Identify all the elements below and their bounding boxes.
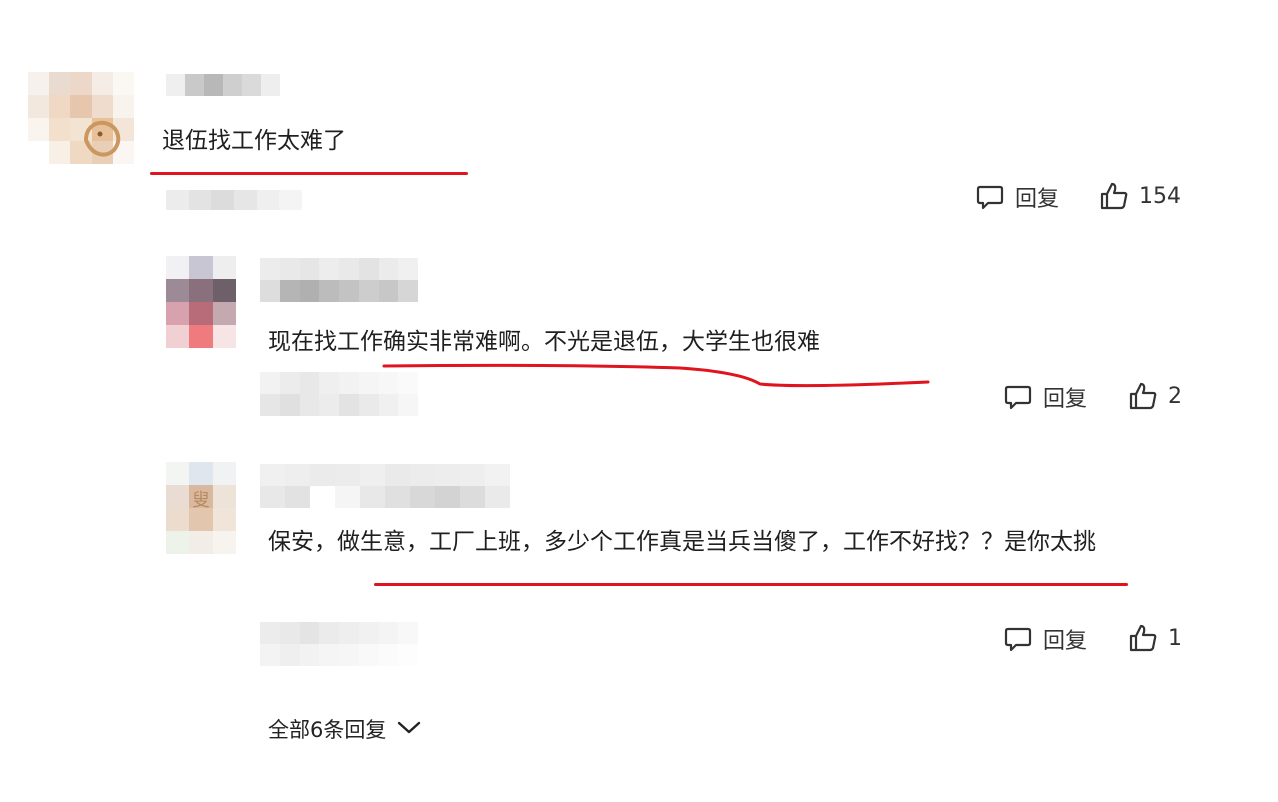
comment-text: 现在找工作确实非常难啊。不光是退伍，大学生也很难 [268, 329, 820, 355]
like-button[interactable]: 1 [1128, 623, 1182, 653]
thumbs-up-icon [1128, 623, 1158, 653]
reply-label: 回复 [1015, 187, 1060, 212]
like-count: 154 [1139, 183, 1181, 209]
thumbs-up-icon [1099, 181, 1129, 211]
avatar-figure-icon [83, 120, 121, 157]
red-underline [374, 583, 1128, 586]
reply-button[interactable]: 回复 [1003, 623, 1087, 655]
timestamp-blurred [260, 372, 418, 416]
reply-button[interactable]: 回复 [975, 181, 1059, 213]
chevron-down-icon [396, 717, 422, 741]
reply-label: 回复 [1043, 387, 1088, 412]
like-button[interactable]: 2 [1128, 381, 1182, 411]
avatar[interactable] [166, 256, 236, 348]
show-all-replies-button[interactable]: 全部6条回复 [268, 714, 422, 744]
avatar-glyph: 叟 [192, 490, 210, 511]
username-blurred [166, 74, 280, 96]
reply-button[interactable]: 回复 [1003, 381, 1087, 413]
comment-bubble-icon [1003, 382, 1033, 412]
more-replies-label: 全部6条回复 [268, 718, 387, 742]
timestamp-blurred [260, 622, 418, 666]
username-blurred [260, 464, 510, 508]
username-blurred [260, 258, 418, 302]
like-count: 2 [1168, 383, 1182, 409]
reply-label: 回复 [1043, 629, 1088, 654]
comment-text: 保安，做生意，工厂上班，多少个工作真是当兵当傻了，工作不好找？？是你太挑 [268, 529, 1096, 555]
comment-text: 退伍找工作太难了 [162, 128, 346, 154]
timestamp-blurred [166, 190, 302, 210]
comment-bubble-icon [975, 182, 1005, 212]
like-button[interactable]: 154 [1099, 181, 1181, 211]
thumbs-up-icon [1128, 381, 1158, 411]
red-underline [150, 172, 468, 175]
like-count: 1 [1168, 625, 1182, 651]
comment-bubble-icon [1003, 624, 1033, 654]
red-underline [382, 363, 930, 388]
